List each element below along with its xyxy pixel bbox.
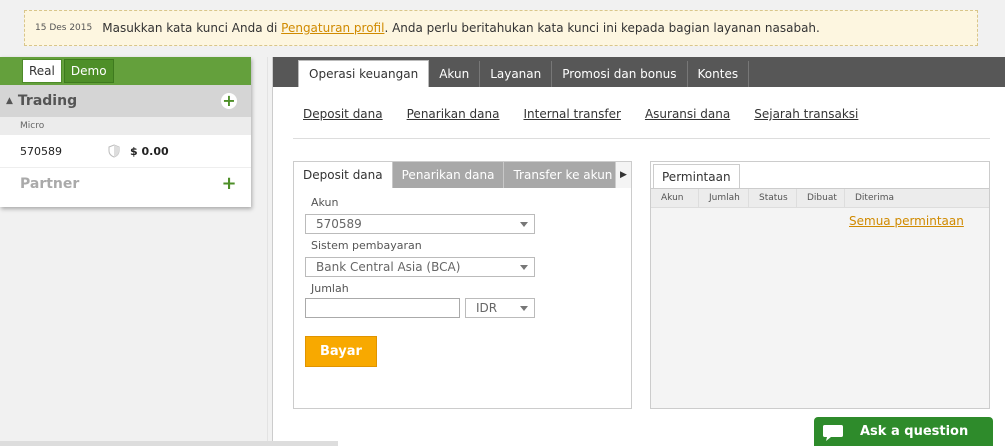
chevron-down-icon	[520, 222, 528, 227]
column-header-status: Status	[749, 189, 797, 207]
account-field-label: Akun	[311, 196, 339, 209]
account-select[interactable]: 570589	[305, 214, 535, 234]
account-row[interactable]: 570589 $ 0.00	[0, 135, 251, 167]
account-number: 570589	[20, 144, 62, 158]
ask-question-label: Ask a question	[860, 424, 969, 439]
subnav-internal-transfer[interactable]: Internal transfer	[523, 107, 620, 121]
amount-label: Jumlah	[311, 282, 349, 295]
subnav-insurance[interactable]: Asuransi dana	[645, 107, 730, 121]
notice-text-before: Masukkan kata kunci Anda di	[102, 21, 282, 35]
account-balance: $ 0.00	[130, 144, 169, 158]
divider	[293, 138, 990, 139]
ask-question-button[interactable]: Ask a question	[814, 417, 993, 446]
tab-requests[interactable]: Permintaan	[653, 164, 740, 188]
requests-tab-strip: Permintaan	[651, 162, 989, 188]
payment-system-value: Bank Central Asia (BCA)	[316, 260, 461, 274]
chevron-down-icon	[520, 306, 528, 311]
currency-select[interactable]: IDR	[465, 298, 535, 318]
chevron-down-icon	[520, 265, 528, 270]
notification-bar: 15 Des 2015 Masukkan kata kunci Anda di …	[24, 10, 978, 46]
currency-value: IDR	[476, 301, 498, 315]
notice-date: 15 Des 2015	[35, 23, 93, 33]
shield-icon	[108, 144, 120, 161]
amount-input[interactable]	[305, 298, 460, 318]
payment-system-label: Sistem pembayaran	[311, 239, 422, 252]
all-requests-link[interactable]: Semua permintaan	[849, 214, 964, 228]
tab-promotions[interactable]: Promosi dan bonus	[552, 61, 688, 87]
horizontal-scrollbar[interactable]	[0, 441, 338, 446]
notice-message: Masukkan kata kunci Anda di Pengaturan p…	[102, 21, 820, 35]
subnav-deposit[interactable]: Deposit dana	[303, 107, 383, 121]
requests-box: Permintaan Akun Jumlah Status Dibuat Dit…	[650, 161, 990, 409]
top-tab-bar: Operasi keuangan Akun Layanan Promosi da…	[273, 57, 1005, 87]
deposit-tab-deposit[interactable]: Deposit dana	[294, 162, 393, 188]
collapse-arrow-icon: ▲	[6, 96, 13, 106]
add-trading-account-icon[interactable]: +	[221, 93, 237, 109]
notice-text-after: . Anda perlu beritahukan kata kunci ini …	[384, 21, 820, 35]
payment-system-select[interactable]: Bank Central Asia (BCA)	[305, 257, 535, 277]
account-select-value: 570589	[316, 217, 362, 231]
profile-settings-link[interactable]: Pengaturan profil	[281, 21, 384, 35]
column-header-created: Dibuat	[797, 189, 845, 207]
deposit-form-box: Deposit dana Penarikan dana Transfer ke …	[293, 161, 632, 409]
tab-contests[interactable]: Kontes	[688, 61, 750, 87]
deposit-tab-bar: Deposit dana Penarikan dana Transfer ke …	[294, 162, 631, 188]
pay-button[interactable]: Bayar	[305, 336, 377, 367]
column-header-amount: Jumlah	[699, 189, 749, 207]
chat-bubble-icon	[822, 424, 844, 445]
trading-section-header[interactable]: ▲ Trading +	[0, 85, 251, 117]
add-partner-icon[interactable]: +	[221, 175, 237, 193]
mode-tab-demo[interactable]: Demo	[63, 59, 114, 83]
deposit-tab-withdraw[interactable]: Penarikan dana	[393, 162, 505, 188]
requests-table-header: Akun Jumlah Status Dibuat Diterima	[651, 189, 989, 208]
tab-scroll-right-icon[interactable]: ▶	[615, 162, 631, 188]
partner-section-header[interactable]: Partner +	[0, 167, 251, 199]
column-header-account: Akun	[651, 189, 699, 207]
account-type-label: Micro	[0, 117, 251, 135]
trading-title: Trading	[17, 93, 78, 109]
requests-table: Akun Jumlah Status Dibuat Diterima Semua…	[651, 188, 989, 408]
deposit-tab-transfer[interactable]: Transfer ke akun lain	[504, 162, 631, 188]
account-mode-bar: Real Demo	[0, 57, 251, 85]
tab-services[interactable]: Layanan	[480, 61, 553, 87]
tab-financial-operations[interactable]: Operasi keuangan	[298, 60, 430, 87]
partner-title: Partner	[20, 175, 80, 192]
account-panel: Real Demo ▲ Trading + Micro 570589 $ 0.0…	[0, 57, 251, 207]
mode-tab-real[interactable]: Real	[22, 59, 62, 83]
tab-account[interactable]: Akun	[429, 61, 481, 87]
subnav-withdrawal[interactable]: Penarikan dana	[407, 107, 500, 121]
column-header-received: Diterima	[855, 193, 894, 203]
subnav-transaction-history[interactable]: Sejarah transaksi	[754, 107, 858, 121]
financial-subnav: Deposit dana Penarikan dana Internal tra…	[303, 107, 882, 121]
main-content: Operasi keuangan Akun Layanan Promosi da…	[272, 57, 1005, 446]
